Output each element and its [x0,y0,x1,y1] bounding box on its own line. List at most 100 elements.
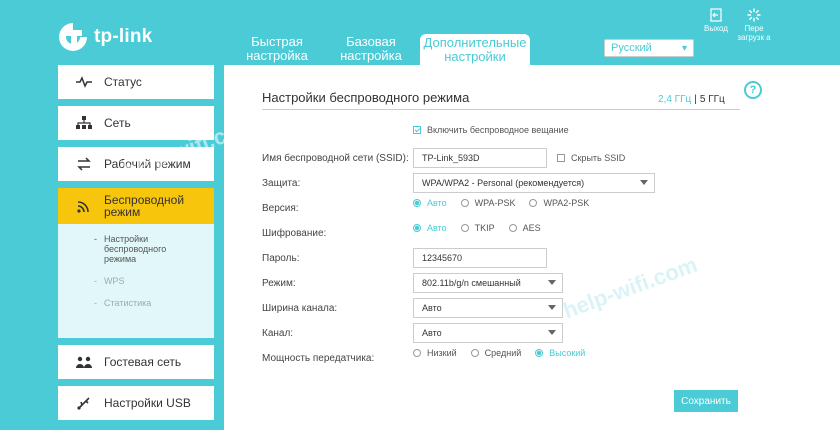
radio-label: WPA2-PSK [543,198,590,208]
save-button[interactable]: Сохранить [674,390,738,412]
encryption-tkip-radio[interactable]: TKIP [460,223,495,233]
version-wpa2-psk-radio[interactable]: WPA2-PSK [529,198,589,208]
reboot-label: Пере загрузк а [737,24,771,42]
power-high-radio[interactable]: Высокий [535,348,585,358]
network-icon [76,115,92,131]
logout-icon [710,8,722,22]
security-label: Защита: [262,177,301,189]
reboot-icon [747,8,761,22]
hide-ssid-label: Скрыть SSID [571,153,626,163]
tp-link-logo: tp-link [56,20,152,54]
top-tabs: Быстрая настройка Базовая настройка Допо… [232,34,534,66]
reboot-button[interactable]: Пере загрузк а [736,8,772,42]
channel-select[interactable]: Авто [413,323,563,343]
version-label: Версия: [262,202,299,214]
wireless-submenu: Настройки беспроводного режима WPS Стати… [58,224,214,338]
usb-icon [76,395,92,411]
radio-label: AES [522,223,541,233]
channel-value: Авто [422,328,442,338]
password-input[interactable]: 12345670 [413,248,547,268]
radio-icon [508,224,517,232]
hide-ssid-checkbox[interactable]: Скрыть SSID [557,153,625,163]
logout-label: Выход [704,24,728,33]
chevron-down-icon [548,330,556,335]
logout-button[interactable]: Выход [696,8,736,33]
sidebar-item-network[interactable]: Сеть [58,106,214,140]
band-separator: | [694,94,697,105]
tab-quick-setup[interactable]: Быстрая настройка [232,34,322,64]
security-select[interactable]: WPA/WPA2 - Personal (рекомендуется) [413,173,655,193]
submenu-statistics[interactable]: Статистика [94,298,214,308]
main-panel: Настройки беспроводного режима 2,4 ГГц | 5… [224,65,840,430]
sidebar-item-label: Гостевая сеть [104,355,182,369]
help-icon[interactable]: ? [744,81,762,99]
radio-label: TKIP [474,223,495,233]
ssid-label: Имя беспроводной сети (SSID): [262,152,409,164]
tp-link-logo-icon [59,23,87,51]
tab-basic[interactable]: Базовая настройка [326,34,416,64]
enable-broadcast-label: Включить беспроводное вещание [427,125,569,135]
tab-advanced[interactable]: Дополнительные настройки [420,34,530,66]
version-wpa-psk-radio[interactable]: WPA-PSK [460,198,516,208]
logo-text: tp-link [94,26,153,47]
ssid-input[interactable]: TP-Link_593D [413,148,547,168]
sidebar-item-usb[interactable]: Настройки USB [58,386,214,420]
radio-icon [529,199,538,207]
radio-selected-icon [413,224,421,232]
wifi-icon [76,198,92,214]
radio-icon [413,349,421,357]
switch-mode-icon [76,156,92,172]
password-label: Пароль: [262,252,300,264]
heading-divider [262,109,740,110]
chevron-down-icon: ▾ [681,43,687,54]
sidebar-item-guest-network[interactable]: Гостевая сеть [58,345,214,379]
channel-width-select[interactable]: Авто [413,298,563,318]
submenu-wps[interactable]: WPS [94,276,214,286]
sidebar-item-label: Настройки USB [104,396,191,410]
band-5ghz[interactable]: 5 ГГц [700,94,725,105]
language-select[interactable]: Русский ▾ [604,39,694,57]
page-title: Настройки беспроводного режима [262,90,470,105]
encryption-label: Шифрование: [262,227,327,239]
guest-users-icon [76,354,92,370]
radio-label: Авто [427,223,447,233]
chevron-down-icon [548,280,556,285]
checkbox-checked-icon [413,126,421,134]
sidebar: Статус Сеть Рабочий режим Беспроводной р… [58,65,214,427]
radio-selected-icon [413,199,421,207]
power-medium-radio[interactable]: Средний [470,348,522,358]
power-low-radio[interactable]: Низкий [413,348,457,358]
band-24ghz[interactable]: 2,4 ГГц [658,94,691,105]
encryption-aes-radio[interactable]: AES [508,223,541,233]
mode-label: Режим: [262,277,296,289]
sidebar-item-label: Сеть [104,116,131,130]
encryption-radio-group: Авто TKIP AES [413,223,555,233]
tx-power-label: Мощность передатчика: [262,352,375,364]
encryption-auto-radio[interactable]: Авто [413,223,447,233]
radio-label: WPA-PSK [474,198,516,208]
chevron-down-icon [640,180,648,185]
pulse-icon [76,74,92,90]
radio-icon [460,224,469,232]
checkbox-unchecked-icon [557,154,565,162]
radio-label: Высокий [549,348,586,358]
sidebar-item-operation-mode[interactable]: Рабочий режим [58,147,214,181]
radio-icon [470,349,479,357]
tx-power-radio-group: Низкий Средний Высокий [413,348,599,358]
radio-icon [460,199,469,207]
sidebar-item-wireless[interactable]: Беспроводной режим [58,188,214,224]
version-radio-group: Авто WPA-PSK WPA2-PSK [413,198,603,208]
radio-label: Авто [427,198,447,208]
chevron-down-icon [548,305,556,310]
band-switch: 2,4 ГГц | 5 ГГц [658,94,725,105]
channel-width-label: Ширина канала: [262,302,338,314]
sidebar-item-label: Статус [104,75,142,89]
sidebar-item-status[interactable]: Статус [58,65,214,99]
version-auto-radio[interactable]: Авто [413,198,447,208]
radio-label: Низкий [427,348,457,358]
security-value: WPA/WPA2 - Personal (рекомендуется) [422,178,585,188]
enable-broadcast-checkbox[interactable]: Включить беспроводное вещание [413,125,569,135]
submenu-wireless-settings[interactable]: Настройки беспроводного режима [94,234,174,264]
radio-label: Средний [484,348,522,358]
mode-select[interactable]: 802.11b/g/n смешанный [413,273,563,293]
